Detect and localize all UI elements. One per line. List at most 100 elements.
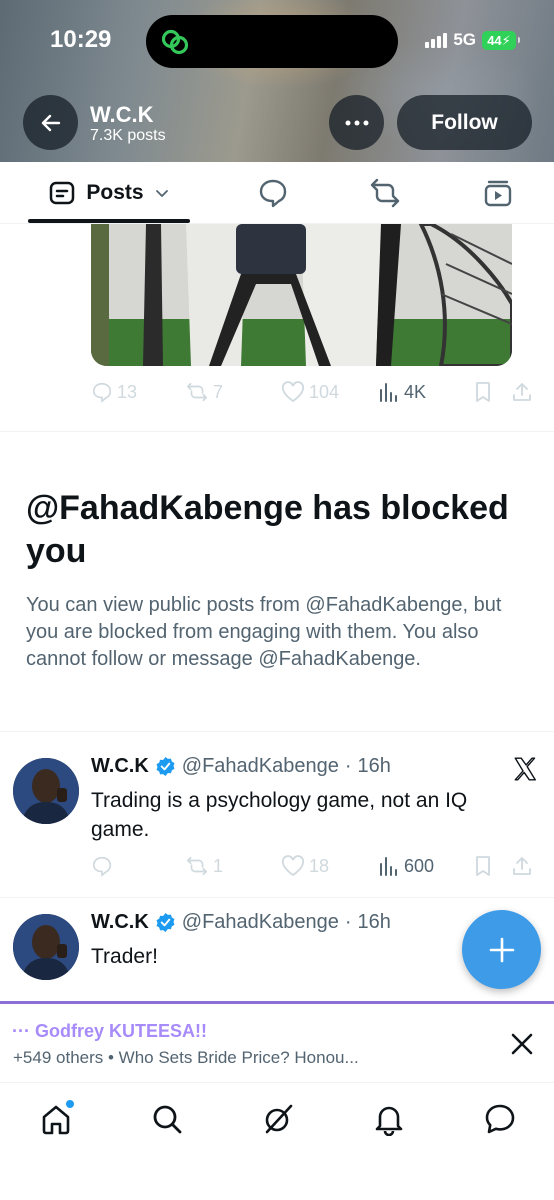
bookmark-icon	[476, 856, 490, 876]
avatar[interactable]	[13, 914, 79, 980]
views-icon	[380, 857, 397, 876]
divider	[0, 431, 554, 432]
views-count: 4K	[404, 381, 427, 402]
status-indicators: 5G 44⚡	[425, 30, 520, 50]
like-count: 104	[309, 381, 340, 402]
post-media-image[interactable]	[91, 224, 512, 366]
profile-post-count: 7.3K posts	[90, 127, 166, 144]
plus-icon	[489, 937, 514, 962]
tab-media[interactable]	[481, 176, 515, 210]
reply-icon	[92, 382, 112, 403]
space-subtitle: +549 others • Who Sets Bride Price? Hono…	[13, 1048, 359, 1067]
bookmark-icon	[476, 382, 490, 402]
post-author-handle[interactable]: @FahadKabenge	[182, 755, 339, 778]
like-count: 18	[309, 855, 330, 876]
reply-count: 13	[117, 381, 138, 402]
blocked-title: @FahadKabenge has blocked you	[26, 489, 509, 570]
battery-icon: 44⚡	[482, 30, 520, 50]
repost-button[interactable]: 7	[185, 377, 223, 407]
like-button[interactable]: 18	[281, 851, 329, 881]
space-host-name: Godfrey KUTEESA!!	[34, 1021, 207, 1041]
dot-separator: ·	[344, 911, 352, 933]
post-author-name[interactable]: W.C.K	[91, 911, 149, 934]
space-host: ··· Godfrey KUTEESA!!	[12, 1021, 207, 1042]
post-author-handle[interactable]: @FahadKabenge	[182, 911, 339, 934]
repost-count: 1	[213, 855, 224, 876]
divider	[0, 897, 554, 898]
verified-badge-icon	[156, 912, 175, 933]
heart-icon	[281, 381, 305, 403]
profile-banner: 10:29 5G 44⚡ W.C.K 7.3K posts Follow	[0, 0, 554, 162]
bookmark-button[interactable]	[473, 851, 493, 881]
battery-level: 44	[487, 32, 502, 48]
space-live-icon: ···	[12, 1021, 35, 1041]
video-icon	[484, 180, 512, 207]
network-type: 5G	[453, 30, 476, 49]
nav-search[interactable]	[147, 1099, 187, 1139]
views-button[interactable]: 600	[378, 851, 434, 881]
tab-replies[interactable]	[256, 176, 290, 210]
live-space-bar[interactable]: ··· Godfrey KUTEESA!! +549 others • Who …	[0, 1001, 554, 1082]
notification-dot	[66, 1100, 74, 1108]
arrow-left-icon	[41, 114, 60, 131]
views-icon	[380, 383, 397, 402]
reply-button[interactable]: 13	[91, 377, 137, 407]
views-button[interactable]: 4K	[378, 377, 426, 407]
post-author-name[interactable]: W.C.K	[91, 755, 149, 778]
more-icon	[345, 120, 368, 125]
post-text: Trader!	[91, 945, 158, 968]
dot-separator: ·	[344, 755, 352, 777]
share-button[interactable]	[511, 851, 533, 881]
repost-icon	[370, 178, 400, 208]
signal-icon	[425, 32, 448, 48]
post-header: W.C.K @FahadKabenge · 16h	[91, 755, 391, 778]
follow-button[interactable]: Follow	[397, 95, 532, 150]
nav-messages[interactable]	[480, 1099, 520, 1139]
reply-button[interactable]	[91, 851, 117, 881]
share-button[interactable]	[511, 377, 533, 407]
bell-icon	[375, 1106, 403, 1136]
posts-icon	[50, 181, 75, 205]
avatar-photo	[13, 758, 79, 824]
grok-icon	[265, 1104, 293, 1134]
profile-name: W.C.K	[90, 102, 154, 127]
repost-button[interactable]: 1	[185, 851, 223, 881]
tab-posts[interactable]: Posts	[28, 162, 190, 224]
post-actions: 1 18 600	[91, 851, 531, 881]
threads-link-icon	[161, 29, 189, 55]
dynamic-island	[146, 15, 398, 68]
nav-notifications[interactable]	[369, 1099, 409, 1139]
reply-icon	[92, 856, 112, 877]
repost-icon	[187, 382, 207, 402]
status-time: 10:29	[50, 26, 112, 53]
nav-home[interactable]	[36, 1099, 76, 1139]
search-icon	[153, 1105, 182, 1134]
verified-badge-icon	[156, 756, 175, 777]
x-logo-icon	[514, 757, 536, 781]
share-icon	[513, 383, 531, 401]
chevron-down-icon	[155, 190, 168, 197]
post-header: W.C.K @FahadKabenge · 16h	[91, 911, 391, 934]
views-count: 600	[404, 855, 435, 876]
nav-grok[interactable]	[258, 1099, 298, 1139]
chat-icon	[485, 1104, 515, 1134]
back-button[interactable]	[23, 95, 78, 150]
tab-reposts[interactable]	[368, 176, 402, 210]
post-time: 16h	[357, 755, 391, 777]
repost-icon	[187, 856, 207, 876]
close-icon[interactable]	[508, 1030, 536, 1058]
avatar-photo	[13, 914, 79, 980]
profile-tabs: Posts	[0, 162, 554, 224]
reply-icon	[259, 179, 287, 208]
like-button[interactable]: 104	[281, 377, 339, 407]
divider	[0, 731, 554, 732]
photo-illustration	[91, 224, 512, 366]
more-options-button[interactable]	[329, 95, 384, 150]
tab-posts-label: Posts	[86, 181, 144, 204]
compose-button[interactable]	[462, 910, 541, 989]
bottom-navigation	[0, 1082, 554, 1200]
share-icon	[513, 857, 531, 875]
bookmark-button[interactable]	[473, 377, 493, 407]
avatar[interactable]	[13, 758, 79, 824]
post-time: 16h	[357, 911, 391, 933]
